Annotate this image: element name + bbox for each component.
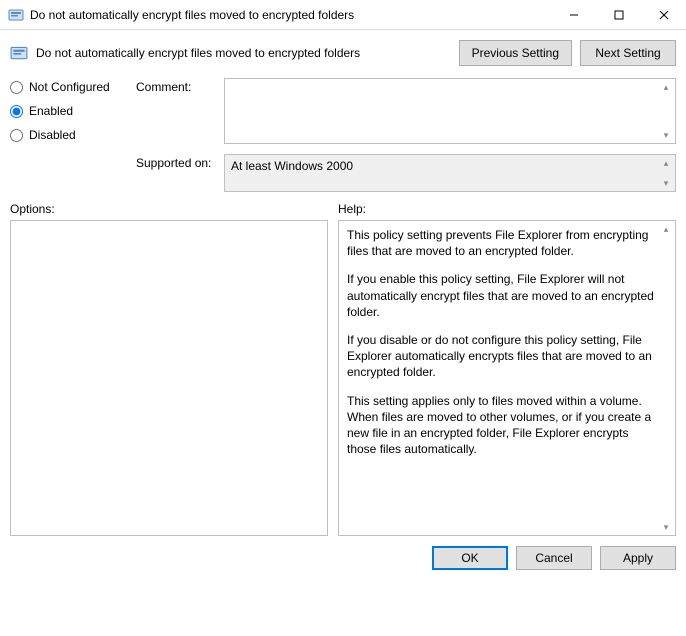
next-setting-button[interactable]: Next Setting: [580, 40, 676, 66]
scroll-down-icon[interactable]: ▾: [658, 176, 674, 190]
header: Do not automatically encrypt files moved…: [0, 30, 686, 72]
scroll-down-icon[interactable]: ▾: [658, 128, 674, 142]
options-pane: [10, 220, 328, 536]
minimize-button[interactable]: [551, 0, 596, 30]
state-radios: Not Configured Enabled Disabled: [10, 78, 130, 142]
radio-enabled[interactable]: Enabled: [10, 104, 130, 118]
policy-icon: [10, 44, 28, 62]
pane-labels: Options: Help:: [0, 202, 686, 220]
panes: This policy setting prevents File Explor…: [0, 220, 686, 546]
footer: OK Cancel Apply: [0, 546, 686, 580]
options-label: Options:: [10, 202, 328, 216]
supported-field: At least Windows 2000 ▴ ▾: [224, 154, 676, 192]
titlebar: Do not automatically encrypt files moved…: [0, 0, 686, 30]
help-text: If you disable or do not configure this …: [347, 332, 657, 381]
config-area: Not Configured Enabled Disabled Comment:…: [0, 72, 686, 202]
radio-not-configured-input[interactable]: [10, 81, 23, 94]
radio-disabled[interactable]: Disabled: [10, 128, 130, 142]
scroll-up-icon[interactable]: ▴: [658, 222, 674, 236]
previous-setting-button[interactable]: Previous Setting: [459, 40, 572, 66]
radio-enabled-input[interactable]: [10, 105, 23, 118]
radio-not-configured[interactable]: Not Configured: [10, 80, 130, 94]
apply-button[interactable]: Apply: [600, 546, 676, 570]
maximize-button[interactable]: [596, 0, 641, 30]
supported-value: At least Windows 2000: [231, 159, 353, 173]
comment-label: Comment:: [136, 78, 218, 94]
close-button[interactable]: [641, 0, 686, 30]
policy-icon: [8, 7, 24, 23]
radio-disabled-input[interactable]: [10, 129, 23, 142]
help-label: Help:: [338, 202, 366, 216]
scroll-up-icon[interactable]: ▴: [658, 80, 674, 94]
help-pane: This policy setting prevents File Explor…: [338, 220, 676, 536]
scroll-down-icon[interactable]: ▾: [658, 520, 674, 534]
cancel-button[interactable]: Cancel: [516, 546, 592, 570]
help-text: This policy setting prevents File Explor…: [347, 227, 657, 259]
window-title: Do not automatically encrypt files moved…: [30, 8, 551, 22]
supported-label: Supported on:: [136, 154, 218, 170]
ok-button[interactable]: OK: [432, 546, 508, 570]
radio-disabled-label: Disabled: [29, 128, 76, 142]
scroll-up-icon[interactable]: ▴: [658, 156, 674, 170]
help-text: This setting applies only to files moved…: [347, 393, 657, 458]
comment-field[interactable]: ▴ ▾: [224, 78, 676, 144]
help-text: If you enable this policy setting, File …: [347, 271, 657, 320]
radio-enabled-label: Enabled: [29, 104, 73, 118]
radio-not-configured-label: Not Configured: [29, 80, 110, 94]
policy-title: Do not automatically encrypt files moved…: [36, 46, 451, 60]
